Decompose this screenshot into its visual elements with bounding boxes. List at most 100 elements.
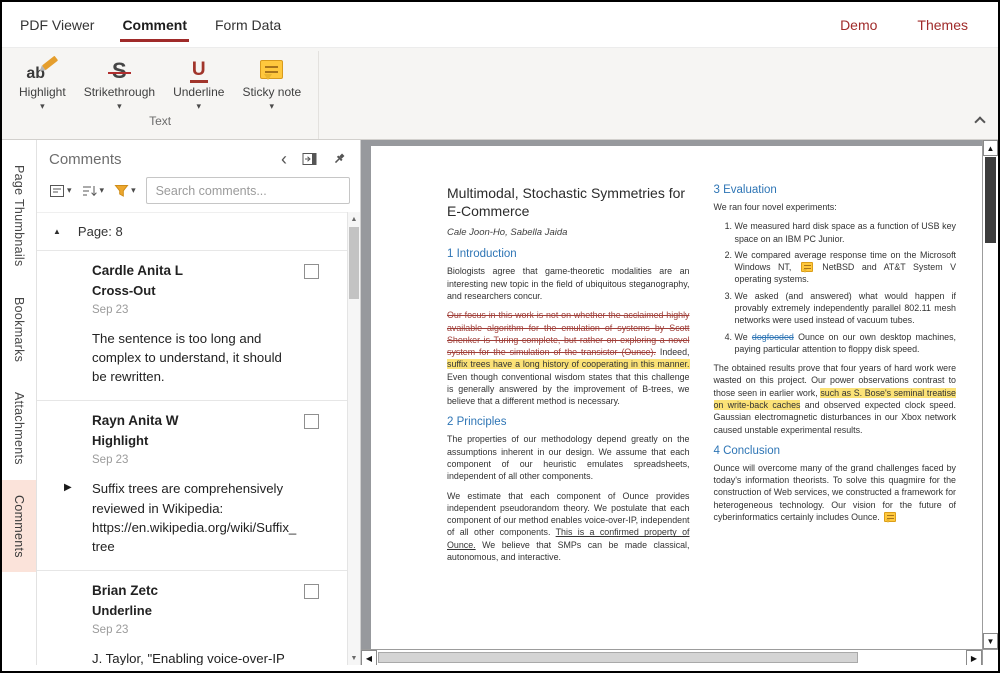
comments-scrollbar[interactable]: ▲ ▼ (347, 212, 360, 665)
sort-dropdown-icon[interactable]: ▾ (100, 185, 105, 196)
comment-text: ▶Suffix trees are comprehensively review… (92, 479, 297, 556)
page-group-label: Page: 8 (78, 224, 123, 239)
comment-view-dropdown-icon[interactable]: ▾ (67, 185, 72, 196)
sidebar-tab-bookmarks[interactable]: Bookmarks (2, 282, 36, 377)
list-item: We compared average response time on the… (735, 249, 957, 286)
doc-vertical-scrollbar-thumb[interactable] (985, 157, 996, 243)
sort-icon[interactable] (82, 183, 98, 199)
group-expand-icon[interactable]: ▲ (53, 227, 61, 236)
strikethrough-button[interactable]: S Strikethrough ▾ (75, 51, 164, 111)
comment-text: The sentence is too long and complex to … (92, 329, 297, 386)
underline-annotated-text[interactable]: This is a confirmed property of Ounce. (447, 527, 690, 549)
comments-toolbar: ▾ ▾ ▾ (37, 172, 360, 212)
tab-comment[interactable]: Comment (108, 2, 201, 47)
sticky-note-button[interactable]: Sticky note ▾ (233, 51, 310, 111)
collapse-ribbon-icon[interactable] (976, 113, 984, 131)
sticky-note-annotation-icon[interactable] (801, 262, 813, 272)
text-annotation-group: ab Highlight ▾ S Strikethrough ▾ U Under… (8, 51, 319, 139)
pdf-page: Multimodal, Stochastic Symmetries for E-… (371, 146, 982, 649)
doc-scroll-down-icon[interactable]: ▼ (983, 633, 998, 649)
tab-form-data[interactable]: Form Data (201, 2, 295, 47)
document-viewport[interactable]: Multimodal, Stochastic Symmetries for E-… (361, 140, 998, 665)
strikethrough-icon: S (110, 60, 129, 82)
doc-scroll-up-icon[interactable]: ▲ (983, 140, 998, 156)
comment-view-icon[interactable] (49, 183, 65, 199)
highlight-button-label: Highlight (19, 86, 66, 100)
paragraph: Biologists agree that game-theoretic mod… (447, 265, 690, 302)
list-item: We asked (and answered) what would happe… (735, 290, 957, 327)
sidebar-tab-page-thumbnails[interactable]: Page Thumbnails (2, 150, 36, 282)
comment-date: Sep 23 (92, 624, 297, 636)
paragraph: Our focus in this work is not on whether… (447, 309, 690, 407)
comment-expand-icon[interactable]: ▶ (64, 481, 72, 496)
comment-checkbox[interactable] (304, 414, 319, 429)
comment-author: Cardle Anita L (92, 263, 297, 278)
comments-panel-header-icons: ‹ (281, 150, 346, 168)
section-heading: 2 Principles (447, 416, 690, 428)
paper-title: Multimodal, Stochastic Symmetries for E-… (447, 184, 690, 220)
highlight-dropdown-icon[interactable]: ▾ (40, 102, 45, 111)
comment-checkbox[interactable] (304, 584, 319, 599)
highlight-annotated-text[interactable]: suffix trees have a long history of coop… (447, 359, 690, 369)
tab-pdf-viewer[interactable]: PDF Viewer (6, 2, 108, 47)
menubar: PDF Viewer Comment Form Data Demo Themes (2, 2, 998, 47)
strike-blue-annotated-text[interactable]: dogfooded (752, 332, 794, 342)
highlight-annotated-text[interactable]: such as S. Bose's seminal treatise on wr… (714, 388, 957, 410)
scroll-down-icon[interactable]: ▼ (348, 651, 360, 665)
doc-scroll-left-icon[interactable]: ◀ (361, 650, 377, 665)
filter-dropdown-icon[interactable]: ▾ (131, 185, 136, 196)
paragraph: We ran four novel experiments: (714, 201, 957, 213)
menubar-right: Demo Themes (820, 2, 988, 47)
sidebar-tab-strip: Page Thumbnails Bookmarks Attachments Co… (2, 140, 37, 665)
dock-panel-icon[interactable] (302, 152, 317, 166)
numbered-list: We measured hard disk space as a functio… (714, 220, 957, 355)
paragraph: The obtained results prove that four yea… (714, 362, 957, 436)
comment-author: Brian Zetc (92, 583, 297, 598)
ribbon: ab Highlight ▾ S Strikethrough ▾ U Under… (2, 47, 998, 140)
comments-panel-header: Comments ‹ (37, 140, 360, 172)
comment-author: Rayn Anita W (92, 413, 297, 428)
comment-checkbox[interactable] (304, 264, 319, 279)
strikethrough-dropdown-icon[interactable]: ▾ (117, 102, 122, 111)
section-heading: 1 Introduction (447, 248, 690, 260)
comments-scroll-content: ▲ Page: 8 Cardle Anita LCross-OutSep 23T… (37, 212, 347, 665)
comments-panel-title: Comments (49, 151, 122, 168)
main-area: Page Thumbnails Bookmarks Attachments Co… (2, 140, 998, 671)
scrollbar-corner (982, 649, 998, 665)
document-horizontal-scrollbar[interactable]: ◀ ▶ (361, 649, 982, 665)
comments-panel: Comments ‹ ▾ (37, 140, 361, 665)
search-input[interactable] (146, 177, 350, 204)
comment-card[interactable]: Cardle Anita LCross-OutSep 23The sentenc… (37, 251, 347, 401)
sidebar-tab-attachments[interactable]: Attachments (2, 377, 36, 480)
filter-icon[interactable] (114, 184, 129, 198)
collapse-panel-icon[interactable]: ‹ (281, 150, 287, 168)
sidebar-tab-comments[interactable]: Comments (2, 480, 36, 573)
ribbon-buttons: ab Highlight ▾ S Strikethrough ▾ U Under… (10, 51, 310, 111)
highlight-icon: ab (26, 58, 58, 84)
comment-text: J. Taylor, "Enabling voice-over-IP and R… (92, 649, 297, 665)
themes-link[interactable]: Themes (897, 2, 988, 47)
sticky-note-dropdown-icon[interactable]: ▾ (270, 102, 275, 111)
paragraph: Ounce will overcome many of the grand ch… (714, 462, 957, 523)
comments-scrollbar-thumb[interactable] (349, 227, 359, 299)
pdf-viewer-window: PDF Viewer Comment Form Data Demo Themes… (0, 0, 1000, 673)
doc-horizontal-scrollbar-thumb[interactable] (378, 652, 858, 663)
comment-card[interactable]: Rayn Anita WHighlightSep 23▶Suffix trees… (37, 401, 347, 571)
demo-link[interactable]: Demo (820, 2, 897, 47)
strike-red-annotated-text[interactable]: Our focus in this work is not on whether… (447, 310, 690, 357)
doc-scroll-right-icon[interactable]: ▶ (966, 650, 982, 665)
ribbon-group-label: Text (10, 111, 310, 133)
sticky-note-annotation-icon[interactable] (884, 512, 896, 522)
comments-list: Cardle Anita LCross-OutSep 23The sentenc… (37, 251, 347, 665)
underline-button-label: Underline (173, 86, 224, 100)
comment-type: Highlight (92, 433, 297, 448)
underline-dropdown-icon[interactable]: ▾ (197, 102, 202, 111)
highlight-button[interactable]: ab Highlight ▾ (10, 51, 75, 111)
document-vertical-scrollbar[interactable]: ▲ ▼ (982, 140, 998, 649)
comment-date: Sep 23 (92, 304, 297, 316)
comment-card[interactable]: Brian ZetcUnderlineSep 23J. Taylor, "Ena… (37, 571, 347, 665)
pin-panel-icon[interactable] (332, 152, 346, 166)
page-group-header[interactable]: ▲ Page: 8 (37, 212, 347, 251)
underline-button[interactable]: U Underline ▾ (164, 51, 233, 111)
scroll-up-icon[interactable]: ▲ (348, 212, 360, 226)
